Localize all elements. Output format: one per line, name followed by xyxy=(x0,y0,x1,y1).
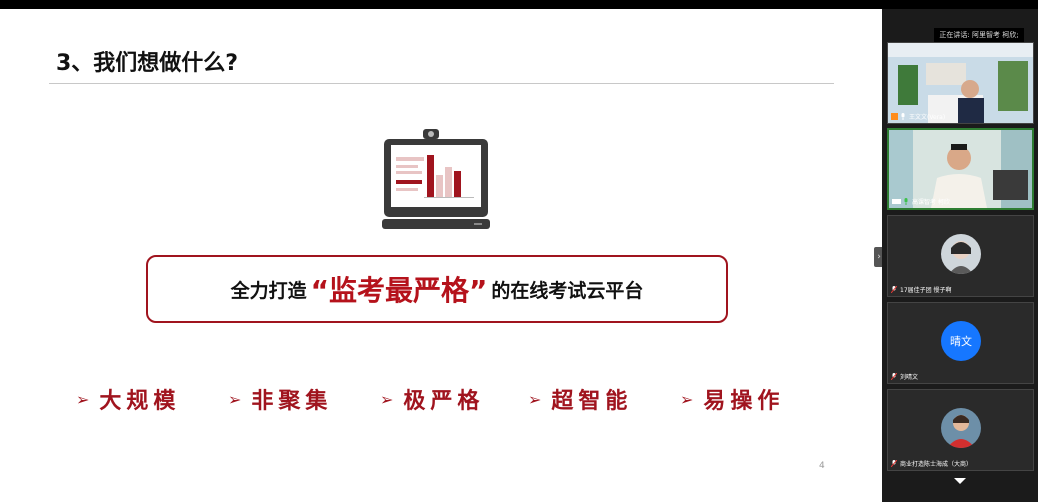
participant-tile[interactable]: 王文文(Vera) xyxy=(887,42,1034,124)
arrow-right-icon: ➢ xyxy=(76,389,90,409)
arrow-right-icon: ➢ xyxy=(380,389,394,409)
feature-item: ➢ 极严格 xyxy=(380,383,484,415)
host-icon xyxy=(891,113,898,120)
participant-avatar xyxy=(941,234,981,274)
participant-label: 17届佳子团 慢子啊 xyxy=(891,285,952,294)
slide-page-number: 4 xyxy=(819,461,825,471)
slogan-box: 全力打造 “监考最严格” 的在线考试云平台 xyxy=(146,255,728,323)
participant-name: 王文文(Vera) xyxy=(909,114,946,121)
arrow-right-icon: ➢ xyxy=(228,389,242,409)
arrow-right-icon: ➢ xyxy=(680,389,694,409)
slide-title: 3、我们想做什么? xyxy=(56,51,239,76)
participant-name: 刘晴文 xyxy=(900,374,919,381)
participant-label: 刘晴文 xyxy=(891,372,918,381)
participant-tile[interactable]: 17届佳子团 慢子啊 xyxy=(887,215,1034,297)
feature-label: 超智能 xyxy=(551,389,633,414)
slogan-suffix: 的在线考试云平台 xyxy=(491,279,644,302)
participant-tile[interactable]: 晴文 刘晴文 xyxy=(887,302,1034,384)
participant-avatar xyxy=(941,408,981,448)
participant-avatar: 晴文 xyxy=(941,321,981,361)
participant-name: 商业打造陈士海成（大商） xyxy=(900,461,973,468)
participant-label: 高课智考 柯欣 xyxy=(892,197,950,206)
microphone-active-icon xyxy=(904,198,908,205)
feature-item: ➢ 易操作 xyxy=(680,383,784,415)
window-top-bar xyxy=(0,0,1038,9)
microphone-muted-icon xyxy=(891,373,897,380)
participant-tile[interactable]: 高课智考 柯欣 xyxy=(887,128,1034,210)
microphone-muted-icon xyxy=(891,286,897,293)
slogan-text: 全力打造 “监考最严格” 的在线考试云平台 xyxy=(148,257,726,321)
presentation-slide: 3、我们想做什么? 全力打造 “监考最严格” 的在线考试云平台 ➢ 大规模 ➢ … xyxy=(0,9,882,502)
participants-panel: 正在讲话: 阿里智考 柯欣; 王文文(Vera) 高课智考 柯欣 17届佳子团 … xyxy=(882,9,1038,502)
participant-label: 商业打造陈士海成（大商） xyxy=(891,459,972,468)
microphone-icon xyxy=(901,113,905,120)
arrow-right-icon: ➢ xyxy=(528,389,542,409)
microphone-muted-icon xyxy=(891,460,897,467)
feature-item: ➢ 超智能 xyxy=(528,383,632,415)
speaking-indicator: 正在讲话: 阿里智考 柯欣; xyxy=(934,28,1024,42)
title-divider xyxy=(49,83,834,84)
feature-list: ➢ 大规模 ➢ 非聚集 ➢ 极严格 ➢ 超智能 ➢ 易操作 xyxy=(0,383,882,417)
participant-tile[interactable]: 商业打造陈士海成（大商） xyxy=(887,389,1034,471)
feature-label: 易操作 xyxy=(703,389,785,414)
feature-label: 大规模 xyxy=(99,389,181,414)
screen-share-icon xyxy=(892,199,901,204)
slogan-prefix: 全力打造 xyxy=(230,279,307,302)
participant-name: 17届佳子团 慢子啊 xyxy=(900,287,952,294)
feature-item: ➢ 大规模 xyxy=(76,383,180,415)
slogan-highlight: “监考最严格” xyxy=(310,274,488,307)
participant-name: 高课智考 柯欣 xyxy=(912,199,950,206)
participant-label: 王文文(Vera) xyxy=(891,112,945,121)
feature-label: 极严格 xyxy=(403,389,485,414)
feature-item: ➢ 非聚集 xyxy=(228,383,332,415)
monitor-chart-icon xyxy=(382,129,490,229)
feature-label: 非聚集 xyxy=(251,389,333,414)
scroll-down-icon[interactable] xyxy=(954,478,966,484)
